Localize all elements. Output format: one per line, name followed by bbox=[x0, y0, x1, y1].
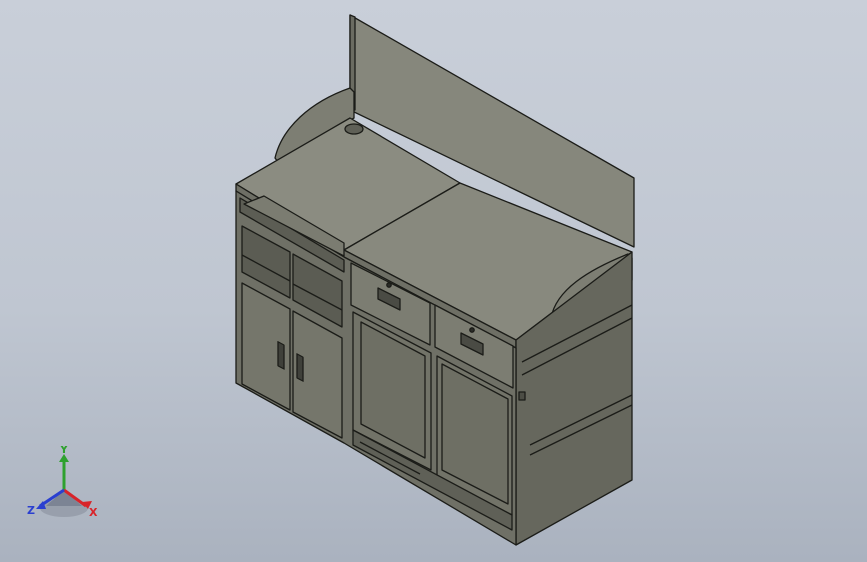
cabinet-model[interactable] bbox=[0, 0, 867, 562]
x-axis-label: X bbox=[89, 506, 98, 519]
left-door-2-handle[interactable] bbox=[296, 353, 304, 382]
cad-viewport[interactable]: Y X Z bbox=[0, 0, 867, 562]
cup-hole bbox=[344, 123, 364, 135]
drawer-2-keyhole bbox=[469, 327, 475, 333]
drawer-1-keyhole bbox=[386, 282, 392, 288]
y-axis-label: Y bbox=[59, 446, 69, 456]
left-door-1-handle[interactable] bbox=[277, 341, 285, 370]
side-panel-latch bbox=[518, 391, 526, 401]
axis-triad: Y X Z bbox=[22, 443, 112, 526]
z-axis-label: Z bbox=[27, 504, 35, 517]
